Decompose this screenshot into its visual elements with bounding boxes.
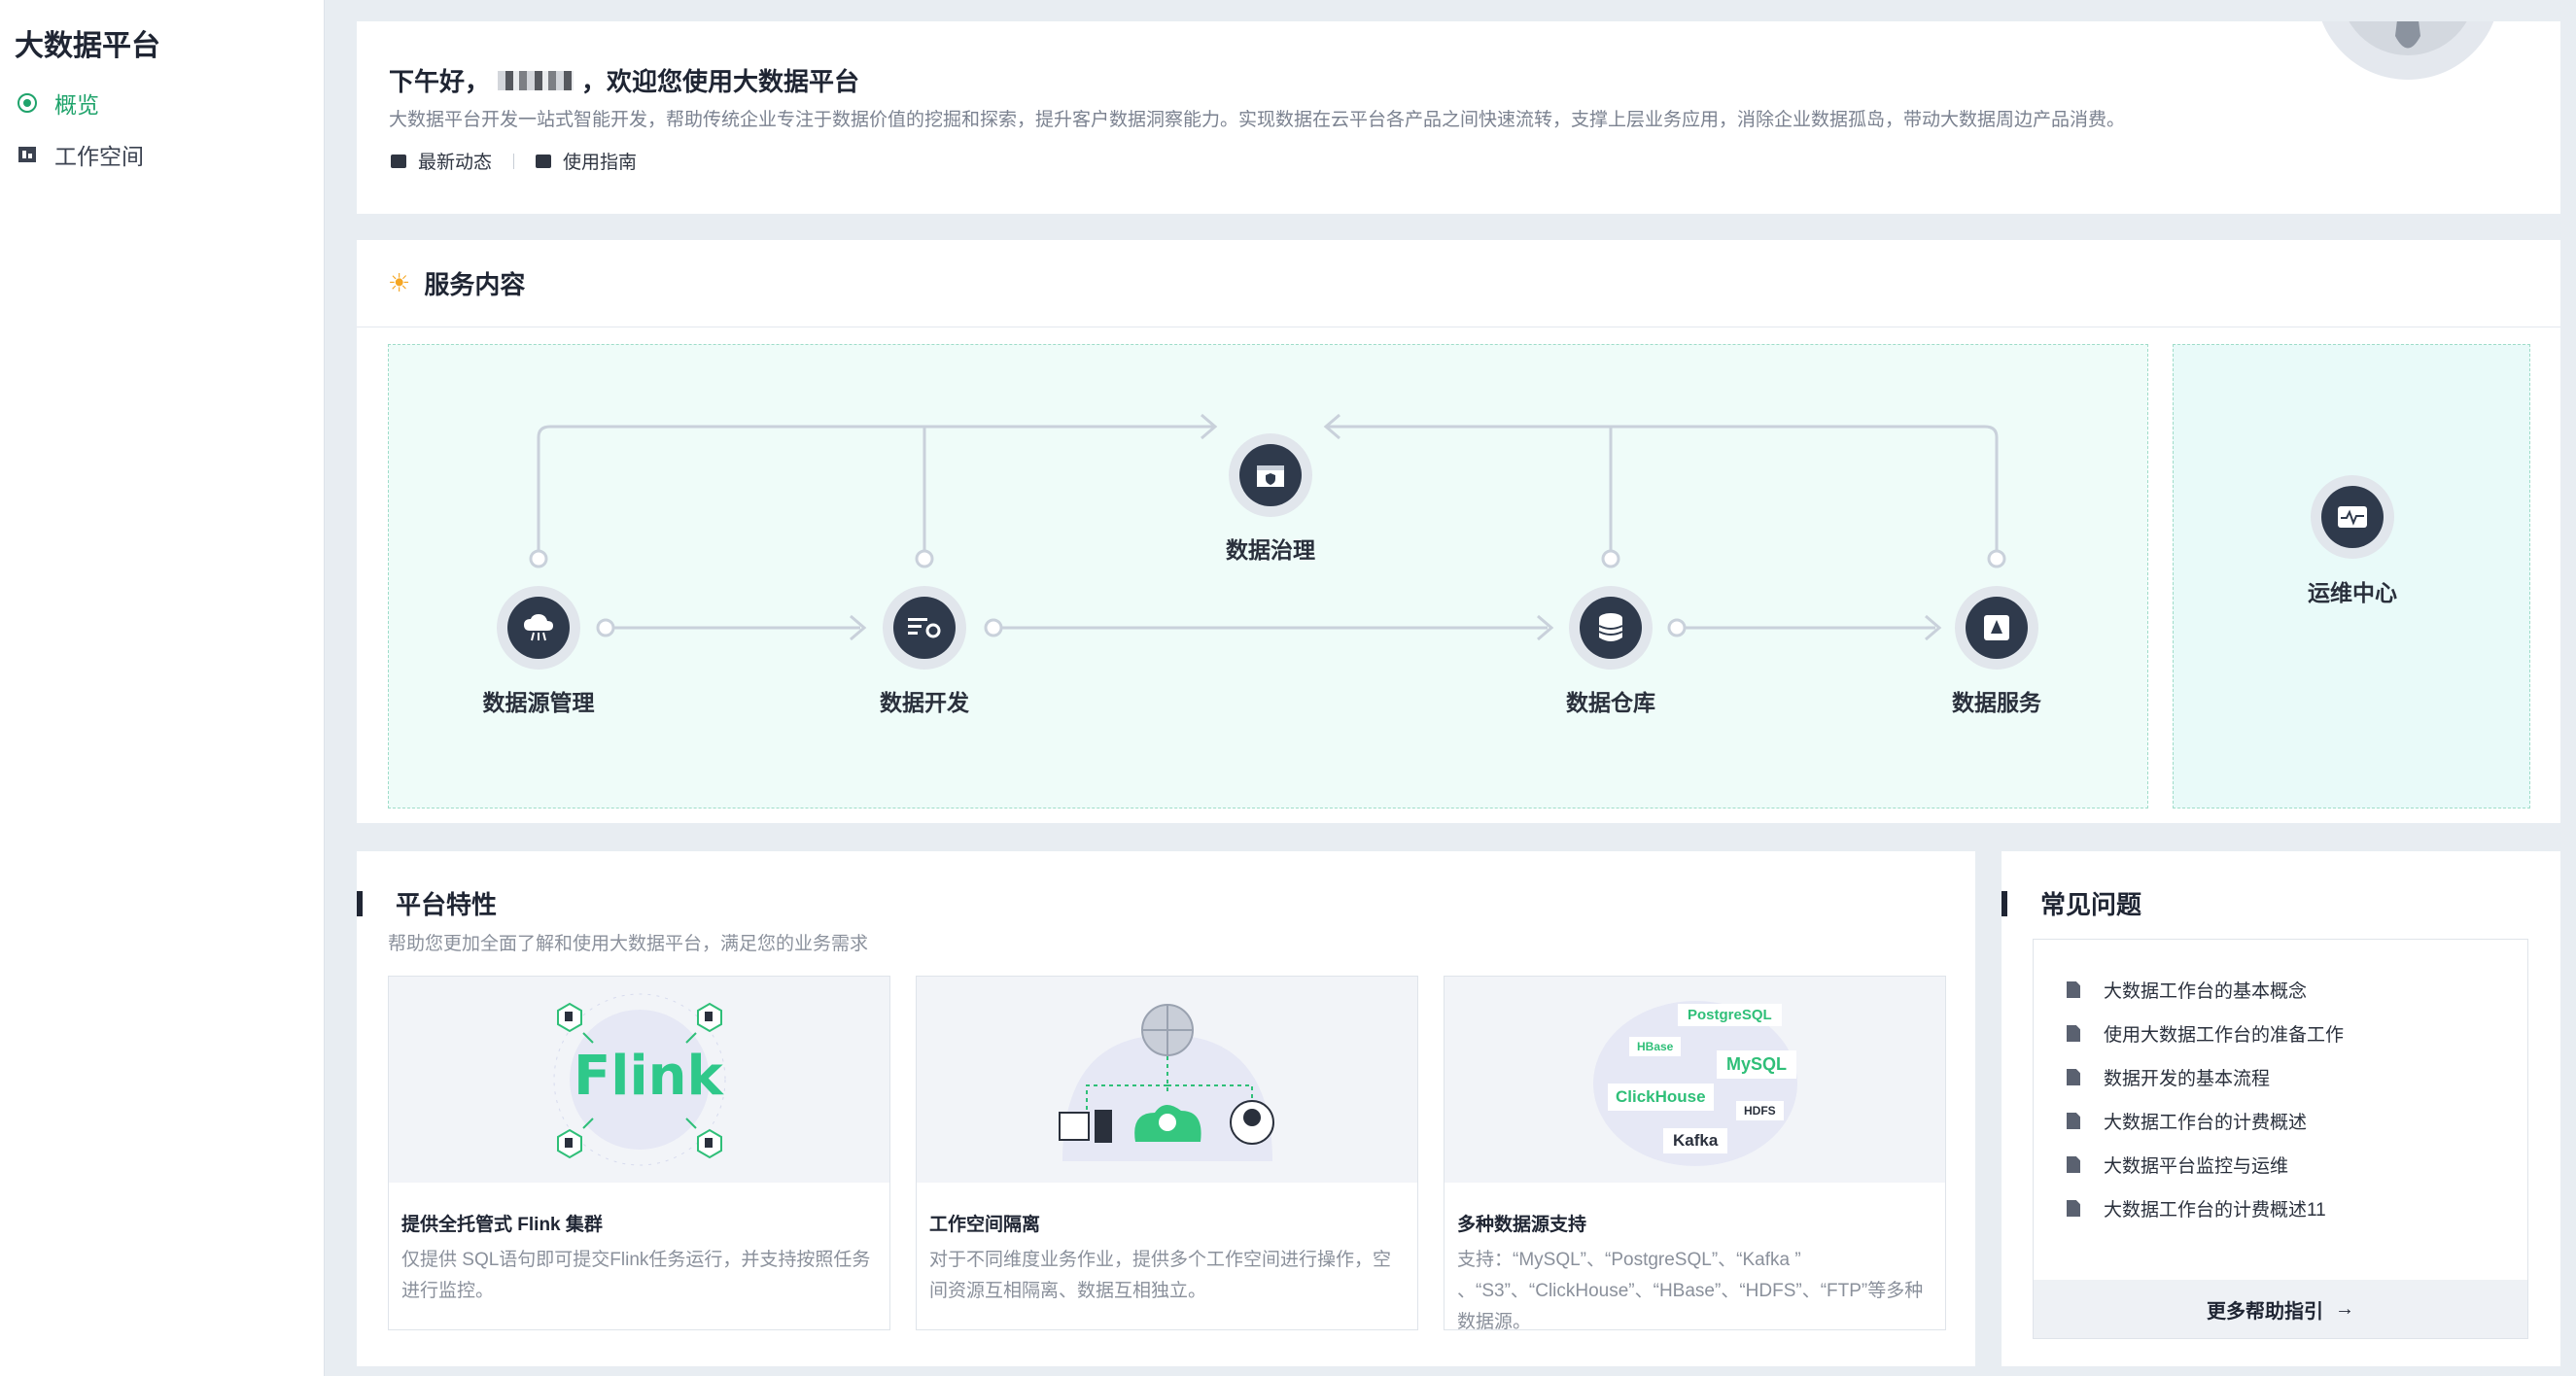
- tag-kafka: Kafka: [1663, 1128, 1728, 1153]
- feature-title: 多种数据源支持: [1457, 1215, 1587, 1235]
- features-card: 平台特性 帮助您更加全面了解和使用大数据平台，满足您的业务需求 Flink 提供…: [357, 851, 1975, 1366]
- node-data-governance[interactable]: [1229, 433, 1312, 517]
- welcome-links: 最新动态 使用指南: [391, 148, 637, 174]
- message-icon: [391, 154, 406, 168]
- node-data-service[interactable]: [1955, 586, 2038, 670]
- username-masked: [498, 70, 574, 90]
- workspace-icon: [18, 147, 36, 162]
- faq-list: 大数据工作台的基本概念 使用大数据工作台的准备工作 数据开发的基本流程 大数据工…: [2033, 939, 2528, 1339]
- workspace-isolation-icon: [1059, 1004, 1274, 1161]
- faq-item-label: 大数据工作台的计费概述11: [2104, 1200, 2326, 1221]
- node-label-data-governance: 数据治理: [1226, 537, 1315, 563]
- faq-item[interactable]: 使用大数据工作台的准备工作: [2067, 1020, 2344, 1047]
- service-header: ☀ 服务内容: [357, 240, 2560, 327]
- sidebar-item-label: 工作空间: [54, 144, 144, 169]
- sidebar: 大数据平台 概览 工作空间: [0, 0, 325, 1376]
- greeting-prefix: 下午好，: [389, 67, 491, 96]
- sidebar-item-workspace[interactable]: 工作空间: [17, 135, 144, 174]
- platform-description: 大数据平台开发一站式智能开发，帮助传统企业专注于数据价值的挖掘和探索，提升客户数…: [389, 110, 2126, 130]
- faq-item-label: 大数据工作台的计费概述: [2104, 1113, 2308, 1133]
- news-link-label: 最新动态: [418, 153, 493, 173]
- database-icon: [1598, 613, 1623, 641]
- faq-item[interactable]: 大数据工作台的计费概述11: [2067, 1195, 2326, 1221]
- ops-center-area: 运维中心: [2173, 344, 2530, 808]
- faq-item-label: 数据开发的基本流程: [2104, 1069, 2271, 1089]
- book-icon: [536, 154, 552, 168]
- document-icon: [2067, 1200, 2080, 1217]
- faq-item-label: 大数据工作台的基本概念: [2104, 981, 2308, 1002]
- faq-item-label: 使用大数据工作台的准备工作: [2104, 1025, 2345, 1046]
- node-label-data-source: 数据源管理: [482, 690, 595, 715]
- welcome-card: 下午好， ，欢迎您使用大数据平台 大数据平台开发一站式智能开发，帮助传统企业专注…: [357, 21, 2560, 214]
- node-label-data-service: 数据服务: [1952, 690, 2041, 715]
- features-subtitle: 帮助您更加全面了解和使用大数据平台，满足您的业务需求: [388, 934, 869, 954]
- cloud-icon: [524, 614, 553, 641]
- tag-mysql: MySQL: [1717, 1050, 1797, 1079]
- tag-clickhouse: ClickHouse: [1608, 1084, 1714, 1111]
- code-settings-icon: [908, 618, 941, 638]
- node-label-data-warehouse: 数据仓库: [1566, 690, 1655, 715]
- feature-card-flink[interactable]: Flink 提供全托管式 Flink 集群 仅提供 SQL语句即可提交Flink…: [388, 976, 890, 1330]
- faq-title: 常见问题: [2002, 885, 2141, 921]
- faq-item-label: 大数据平台监控与运维: [2104, 1156, 2289, 1177]
- greeting: 下午好， ，欢迎您使用大数据平台: [389, 62, 859, 98]
- features-title: 平台特性: [357, 885, 497, 921]
- flink-illustration: Flink: [389, 977, 889, 1183]
- title-bar: [357, 890, 363, 916]
- faq-item[interactable]: 大数据工作台的基本概念: [2067, 977, 2307, 1003]
- sidebar-item-overview[interactable]: 概览: [17, 84, 99, 122]
- node-label-ops-center: 运维中心: [2308, 580, 2397, 605]
- faq-item[interactable]: 大数据工作台的计费概述: [2067, 1108, 2307, 1134]
- faq-card: 常见问题 大数据工作台的基本概念 使用大数据工作台的准备工作 数据开发的基本流程…: [2002, 851, 2560, 1366]
- gauge-illustration-icon: [2321, 21, 2494, 80]
- node-label-data-develop: 数据开发: [880, 690, 969, 715]
- datasources-illustration: PostgreSQL HBase MySQL ClickHouse HDFS K…: [1445, 977, 1945, 1183]
- greeting-suffix: ，欢迎您使用大数据平台: [581, 67, 860, 96]
- service-icon: [1984, 615, 2009, 640]
- document-icon: [2067, 981, 2080, 998]
- feature-desc: 支持：“MySQL”、“PostgreSQL”、“Kafka ” 、“S3”、“…: [1457, 1250, 1924, 1332]
- feature-title: 工作空间隔离: [929, 1215, 1041, 1235]
- document-icon: [2067, 1156, 2080, 1173]
- document-icon: [2067, 1025, 2080, 1042]
- sidebar-title: 大数据平台: [15, 30, 160, 62]
- flow-connectors: [529, 413, 2006, 641]
- tag-postgresql: PostgreSQL: [1678, 1004, 1782, 1026]
- feature-desc: 对于不同维度业务作业，提供多个工作空间进行操作，空间资源互相隔离、数据互相独立。: [929, 1250, 1392, 1301]
- overview-icon: [17, 93, 37, 113]
- more-help-label: 更多帮助指引: [2207, 1300, 2323, 1323]
- faq-item[interactable]: 数据开发的基本流程: [2067, 1064, 2270, 1090]
- features-title-text: 平台特性: [396, 890, 498, 919]
- sidebar-item-label: 概览: [54, 92, 99, 118]
- monitor-icon: [2338, 506, 2367, 528]
- feature-card-workspace[interactable]: 工作空间隔离 对于不同维度业务作业，提供多个工作空间进行操作，空间资源互相隔离、…: [916, 976, 1418, 1330]
- news-link[interactable]: 最新动态: [391, 148, 492, 174]
- service-card: ☀ 服务内容 数据源管理 数据开发 数据治理 数据仓库 数据服务 运维中心: [357, 240, 2560, 823]
- node-data-source[interactable]: [497, 586, 580, 670]
- feature-title: 提供全托管式 Flink 集群: [401, 1215, 603, 1235]
- node-data-develop[interactable]: [883, 586, 966, 670]
- faq-item[interactable]: 大数据平台监控与运维: [2067, 1152, 2288, 1178]
- document-icon: [2067, 1113, 2080, 1129]
- service-title: 服务内容: [424, 270, 526, 299]
- node-data-warehouse[interactable]: [1569, 586, 1653, 670]
- document-icon: [2067, 1069, 2080, 1085]
- feature-card-datasources[interactable]: PostgreSQL HBase MySQL ClickHouse HDFS K…: [1444, 976, 1946, 1332]
- tag-hbase: HBase: [1629, 1037, 1682, 1056]
- sun-icon: ☀: [388, 268, 411, 297]
- data-flow-area: 数据源管理 数据开发 数据治理 数据仓库 数据服务: [388, 344, 2148, 808]
- divider: [513, 153, 515, 169]
- feature-desc: 仅提供 SQL语句即可提交Flink任务运行，并支持按照任务进行监控。: [401, 1250, 871, 1301]
- guide-link[interactable]: 使用指南: [536, 148, 637, 174]
- title-bar: [2002, 890, 2007, 916]
- node-ops-center[interactable]: [2311, 475, 2394, 559]
- flink-logo-text: Flink: [574, 1045, 723, 1108]
- guide-link-label: 使用指南: [563, 153, 638, 173]
- arrow-right-icon: →: [2335, 1297, 2354, 1320]
- more-help-button[interactable]: 更多帮助指引 →: [2034, 1280, 2527, 1338]
- faq-title-text: 常见问题: [2040, 890, 2142, 919]
- workspace-illustration: [917, 977, 1417, 1183]
- governance-icon: [1257, 465, 1284, 487]
- tag-hdfs: HDFS: [1736, 1101, 1784, 1120]
